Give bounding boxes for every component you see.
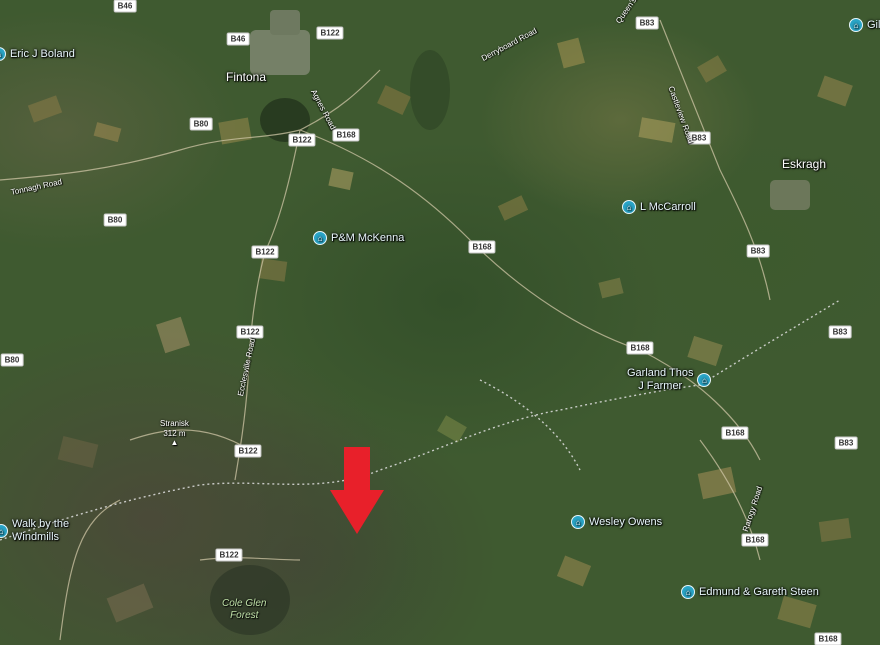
forest-label-line-1: Cole Glen [222,598,267,609]
road-shield-b168-corner: B168 [814,632,842,645]
road-shield-b83-right: B83 [746,244,770,258]
road-shield-b83-top: B83 [635,16,659,30]
forest-label-line-2: Forest [230,610,259,621]
road-shield-b80-left: B80 [0,353,24,367]
poi-label: Eric J Boland [10,47,75,60]
farm-pin-icon: ⌂ [622,200,636,214]
peak-name: Stranisk [160,419,189,428]
road-shield-b80-upper: B80 [189,117,213,131]
road-shield-b122-mid: B122 [251,245,279,259]
road-shield-b168-bottom: B168 [741,533,769,547]
farm-pin-icon: ⌂ [313,231,327,245]
poi-label-line-1: Walk by the [12,518,70,530]
poi-label: Edmund & Gareth Steen [699,585,819,598]
poi-label: Garland Thos J Farmer [627,367,693,393]
road-shield-b168-mid: B168 [468,240,496,254]
road-shield-b46-top: B46 [113,0,137,13]
forest-label-cole-glen[interactable]: Cole Glen Forest [222,598,266,622]
poi-label-line-2: J Farmer [638,380,683,392]
terrain-layer [0,10,853,641]
farm-pin-icon: ⌂ [849,18,863,32]
place-label-fintona[interactable]: Fintona [226,70,266,84]
road-shield-b46: B46 [226,32,250,46]
road-shield-b122-upper: B122 [288,133,316,147]
poi-wesley-owens[interactable]: ⌂ Wesley Owens [571,515,662,529]
farm-pin-icon: ⌂ [681,585,695,599]
poi-label: Wesley Owens [589,515,663,528]
road-shield-b80-mid: B80 [103,213,127,227]
poi-walk-by-the-windmills[interactable]: ⌂ Walk by the Windmills [0,518,69,544]
poi-eric-j-boland[interactable]: ⌂ Eric J Boland [0,47,75,61]
poi-garland-thos-j-farmer[interactable]: Garland Thos J Farmer ⌂ [627,367,712,393]
road-shield-b122-lower: B122 [236,325,264,339]
road-shield-b83-bottom: B83 [834,436,858,450]
arrow-down-icon [330,447,384,534]
poi-l-mccarroll[interactable]: ⌂ L McCarroll [622,200,696,214]
poi-label: L McCarroll [640,200,696,213]
poi-pm-mckenna[interactable]: ⌂ P&M McKenna [313,231,404,245]
place-label-eskragh[interactable]: Eskragh [782,157,826,171]
satellite-map[interactable]: B46 B46 B122 B83 B80 B122 B168 B83 B80 B… [0,0,880,645]
location-arrow-marker[interactable] [327,445,387,537]
road-shield-b168-lower: B168 [721,426,749,440]
farm-pin-icon: ⌂ [0,47,6,61]
road-shield-b83-far-right: B83 [828,325,852,339]
poi-label-line-2: Windmills [12,531,60,543]
farm-pin-icon: ⌂ [571,515,585,529]
walking-pin-icon: ⌂ [0,524,8,538]
peak-stranisk[interactable]: Stranisk 312 m ▲ [160,419,189,447]
road-shield-b168-right: B168 [626,341,654,355]
farm-pin-icon: ⌂ [697,373,712,387]
road-shield-b168-upper: B168 [332,128,360,142]
poi-label: P&M McKenna [331,231,405,244]
road-shield-b122-bottom: B122 [215,548,243,562]
poi-label-line-1: Garland Thos [627,367,694,379]
poi-label: Gil [867,18,880,31]
peak-triangle-icon: ▲ [170,438,179,447]
road-shield-b122-fintona: B122 [316,26,344,40]
poi-label: Walk by the Windmills [12,518,69,544]
road-shield-b122-stranisk: B122 [234,444,262,458]
poi-gil[interactable]: ⌂ Gil [849,18,880,32]
poi-edmund-gareth-steen[interactable]: ⌂ Edmund & Gareth Steen [681,585,819,599]
